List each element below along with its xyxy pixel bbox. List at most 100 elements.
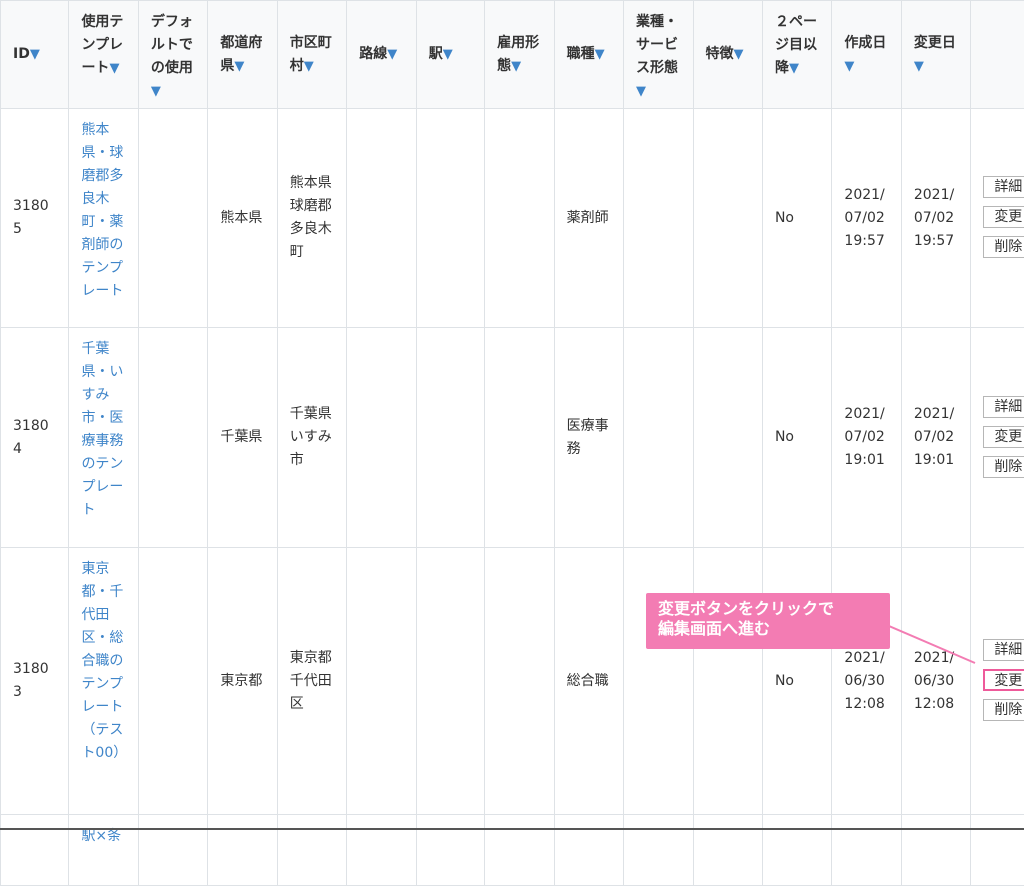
- template-link[interactable]: 千葉県・いすみ市・医療事務のテンプレート: [81, 341, 123, 518]
- cell-station: [416, 328, 484, 548]
- edit-button[interactable]: 変更: [983, 426, 1024, 448]
- cell-industry: [624, 815, 693, 886]
- cell-employment: [485, 548, 554, 815]
- cell-feature: [693, 328, 762, 548]
- col-header-page2[interactable]: ２ページ目以降▼: [762, 1, 831, 109]
- cell-actions: 詳細 変更 削除: [971, 109, 1024, 328]
- sort-arrow-icon[interactable]: ▼: [734, 47, 744, 62]
- cell-template: 千葉県・いすみ市・医療事務のテンプレート: [69, 328, 138, 548]
- cell-id: 31803: [1, 548, 69, 815]
- col-header-default[interactable]: デフォルトでの使用▼: [138, 1, 207, 109]
- col-header-id[interactable]: ID▼: [1, 1, 69, 109]
- cell-station: [416, 548, 484, 815]
- header-row: ID▼ 使用テンプレート▼ デフォルトでの使用▼ 都道府県▼ 市区町村▼ 路線▼…: [1, 1, 1024, 109]
- template-link[interactable]: 駅×条: [81, 828, 121, 844]
- template-link[interactable]: 東京都・千代田区・総合職のテンプレート（テスト00）: [81, 561, 127, 761]
- sort-arrow-icon[interactable]: ▼: [511, 59, 521, 74]
- cell-city: 熊本県球磨郡多良木町: [277, 109, 346, 328]
- cell-created: [832, 815, 901, 886]
- detail-button[interactable]: 詳細: [983, 639, 1024, 661]
- sort-arrow-icon[interactable]: ▼: [636, 84, 646, 99]
- delete-button[interactable]: 削除: [983, 456, 1024, 478]
- col-header-actions: [971, 1, 1024, 109]
- cell-job: 薬剤師: [554, 109, 623, 328]
- cell-employment: [485, 328, 554, 548]
- edit-button[interactable]: 変更: [983, 206, 1024, 228]
- cell-actions: 詳細 変更 削除: [971, 548, 1024, 815]
- cell-updated: 2021/06/30 12:08: [901, 548, 970, 815]
- cell-prefecture: 東京都: [208, 548, 277, 815]
- cell-page2: No: [762, 548, 831, 815]
- col-header-created[interactable]: 作成日▼: [832, 1, 901, 109]
- cell-updated: 2021/07/02 19:01: [901, 328, 970, 548]
- col-header-employment[interactable]: 雇用形態▼: [485, 1, 554, 109]
- table-row: 31805 熊本県・球磨郡多良木町・薬剤師のテンプレート 熊本県 熊本県球磨郡多…: [1, 109, 1024, 328]
- table-row: 駅×条: [1, 815, 1024, 886]
- delete-button[interactable]: 削除: [983, 699, 1024, 721]
- col-header-city[interactable]: 市区町村▼: [277, 1, 346, 109]
- sort-arrow-icon[interactable]: ▼: [595, 47, 605, 62]
- cell-city: 東京都千代田区: [277, 548, 346, 815]
- cell-station: [416, 109, 484, 328]
- sort-arrow-icon[interactable]: ▼: [844, 59, 854, 74]
- cell-city: [277, 815, 346, 886]
- cell-created: 2021/07/02 19:57: [832, 109, 901, 328]
- cell-industry: [624, 109, 693, 328]
- sort-arrow-icon[interactable]: ▼: [789, 61, 799, 76]
- cell-updated: 2021/07/02 19:57: [901, 109, 970, 328]
- cell-template: 熊本県・球磨郡多良木町・薬剤師のテンプレート: [69, 109, 138, 328]
- cell-feature: [693, 548, 762, 815]
- col-header-station[interactable]: 駅▼: [416, 1, 484, 109]
- col-header-industry[interactable]: 業種・サービス形態▼: [624, 1, 693, 109]
- cell-template: 東京都・千代田区・総合職のテンプレート（テスト00）: [69, 548, 138, 815]
- callout-annotation: 変更ボタンをクリックで 編集画面へ進む: [646, 593, 890, 649]
- cell-job: 医療事務: [554, 328, 623, 548]
- cell-default: [138, 548, 207, 815]
- cell-actions: 詳細 変更 削除: [971, 328, 1024, 548]
- edit-button-highlighted[interactable]: 変更: [983, 669, 1024, 691]
- cell-route: [347, 328, 416, 548]
- col-header-job[interactable]: 職種▼: [554, 1, 623, 109]
- table-row: 31803 東京都・千代田区・総合職のテンプレート（テスト00） 東京都 東京都…: [1, 548, 1024, 815]
- sort-arrow-icon[interactable]: ▼: [914, 59, 924, 74]
- col-header-updated[interactable]: 変更日▼: [901, 1, 970, 109]
- detail-button[interactable]: 詳細: [983, 176, 1024, 198]
- cell-route: [347, 548, 416, 815]
- sort-arrow-icon[interactable]: ▼: [109, 61, 119, 76]
- cell-default: [138, 815, 207, 886]
- sort-arrow-icon[interactable]: ▼: [443, 47, 453, 62]
- cell-page2: No: [762, 328, 831, 548]
- cell-prefecture: [208, 815, 277, 886]
- sort-arrow-icon[interactable]: ▼: [234, 59, 244, 74]
- cell-station: [416, 815, 484, 886]
- callout-line-1: 変更ボタンをクリックで: [658, 599, 890, 619]
- sort-arrow-icon[interactable]: ▼: [30, 47, 40, 62]
- cell-industry: [624, 328, 693, 548]
- delete-button[interactable]: 削除: [983, 236, 1024, 258]
- cell-employment: [485, 109, 554, 328]
- cell-employment: [485, 815, 554, 886]
- col-header-route[interactable]: 路線▼: [347, 1, 416, 109]
- table-row: 31804 千葉県・いすみ市・医療事務のテンプレート 千葉県 千葉県いすみ市 医…: [1, 328, 1024, 548]
- col-header-template[interactable]: 使用テンプレート▼: [69, 1, 138, 109]
- callout-line-2: 編集画面へ進む: [658, 619, 890, 639]
- col-header-feature[interactable]: 特徴▼: [693, 1, 762, 109]
- detail-button[interactable]: 詳細: [983, 396, 1024, 418]
- template-link[interactable]: 熊本県・球磨郡多良木町・薬剤師のテンプレート: [81, 122, 123, 299]
- col-header-prefecture[interactable]: 都道府県▼: [208, 1, 277, 109]
- templates-table: ID▼ 使用テンプレート▼ デフォルトでの使用▼ 都道府県▼ 市区町村▼ 路線▼…: [0, 0, 1024, 886]
- cell-id: 31805: [1, 109, 69, 328]
- cell-industry: [624, 548, 693, 815]
- cell-feature: [693, 109, 762, 328]
- cell-id: [1, 815, 69, 886]
- sort-arrow-icon[interactable]: ▼: [387, 47, 397, 62]
- cell-route: [347, 109, 416, 328]
- cell-default: [138, 328, 207, 548]
- cell-job: 総合職: [554, 548, 623, 815]
- cell-job: [554, 815, 623, 886]
- cell-prefecture: 熊本県: [208, 109, 277, 328]
- sort-arrow-icon[interactable]: ▼: [151, 84, 161, 99]
- cell-template: 駅×条: [69, 815, 138, 886]
- cell-prefecture: 千葉県: [208, 328, 277, 548]
- sort-arrow-icon[interactable]: ▼: [304, 59, 314, 74]
